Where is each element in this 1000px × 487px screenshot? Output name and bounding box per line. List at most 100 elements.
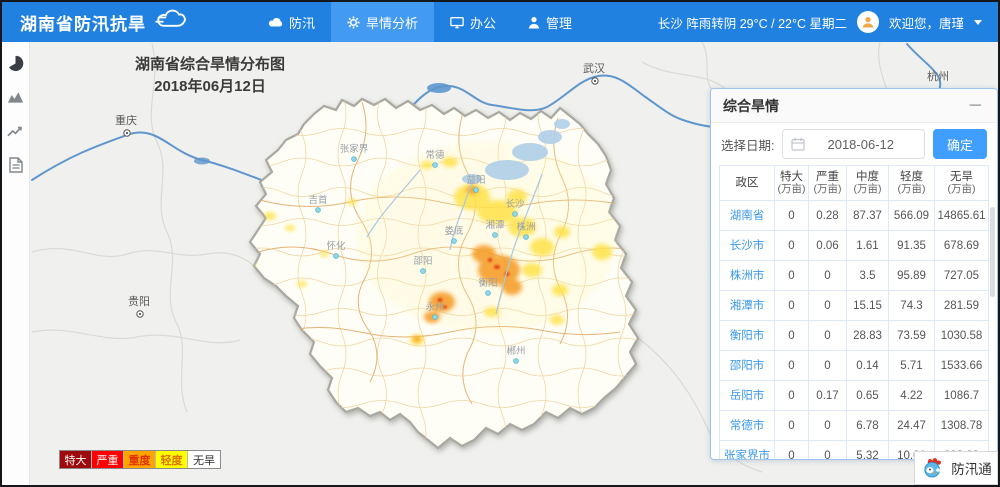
nav-label: 旱情分析 [366,13,418,32]
table-row: 长沙市00.061.6191.35678.69 [719,231,989,261]
nav-item-1[interactable]: 旱情分析 [331,2,434,42]
city-marker [421,269,426,274]
region-link[interactable]: 长沙市 [719,231,775,260]
nav-item-2[interactable]: 办公 [434,2,512,42]
cloud-icon [268,16,283,28]
report-icon[interactable] [5,154,27,176]
city-marker [452,239,457,244]
topbar-right: 长沙 阵雨转阴 29°C / 22°C 星期二 欢迎您，唐瑾 [658,11,982,33]
welcome-user[interactable]: 欢迎您，唐瑾 [889,13,964,32]
city-marker [316,208,321,213]
nav-item-3[interactable]: 管理 [512,2,588,42]
panel-title: 综合旱情 [723,96,779,116]
table-row: 衡阳市0028.8373.591030.58 [719,321,989,351]
value-cell: 1533.66 [935,351,989,380]
value-cell: 0.65 [847,381,889,410]
region-link[interactable]: 湖南省 [719,201,775,230]
value-cell: 0 [809,321,847,350]
region-link[interactable]: 邵阳市 [719,351,775,380]
table-row: 岳阳市00.170.654.221086.7 [719,381,989,411]
value-cell: 0 [775,231,809,260]
value-cell: 0.06 [809,231,847,260]
city-label-inside: 益阳 [466,174,485,186]
top-navbar: 湖南省防汛抗旱 防汛 旱情分析办公 管理 长沙 阵雨转阴 29°C / 22°C 星… [2,2,998,42]
avatar[interactable] [857,11,879,33]
value-cell: 4.22 [889,381,935,410]
nav-label: 防汛 [289,13,315,32]
value-cell: 14865.61 [935,201,989,230]
app-badge-label: 防汛通 [951,458,992,478]
value-cell: 15.15 [847,291,889,320]
city-marker [474,188,479,193]
city-marker [493,233,498,238]
line-chart-icon[interactable] [5,120,27,142]
value-cell: 0 [775,441,809,460]
city-label-outside: 重庆 [115,113,137,127]
value-cell: 91.35 [889,231,935,260]
city-label-inside: 衡阳 [478,277,497,289]
city-label-inside: 常德 [425,149,445,161]
panel-scrollbar[interactable] [990,207,995,297]
value-cell: 566.09 [889,201,935,230]
city-marker [334,254,339,259]
city-marker [514,359,519,364]
value-cell: 727.05 [935,261,989,290]
value-cell: 5.32 [847,441,889,460]
confirm-button[interactable]: 确定 [933,129,987,159]
region-link[interactable]: 张家界市 [719,441,775,460]
pie-chart-icon[interactable] [5,52,27,74]
monitor-icon [450,16,464,29]
city-label-inside: 邵阳 [413,256,432,267]
nav-item-0[interactable]: 防汛 [252,2,331,42]
value-cell: 1.61 [847,231,889,260]
region-link[interactable]: 衡阳市 [719,321,775,350]
value-cell: 24.47 [889,411,935,440]
city-marker-dot [139,313,141,315]
table-row: 邵阳市000.145.711533.66 [719,351,989,381]
value-cell: 87.37 [847,201,889,230]
brand: 湖南省防汛抗旱 [20,6,192,39]
drought-summary-panel: 综合旱情 ─ 选择日期: 2018-06-12 确定 政区特大(万亩)严重(万亩… [710,88,998,460]
value-cell: 0 [775,261,809,290]
main-nav: 防汛 旱情分析办公 管理 [252,2,588,42]
city-marker-dot [126,132,128,134]
value-cell: 3.5 [847,261,889,290]
city-label-inside: 永州 [425,301,444,313]
area-chart-icon[interactable] [5,86,27,108]
region-link[interactable]: 岳阳市 [719,381,775,410]
value-cell: 0 [775,291,809,320]
city-marker [352,157,357,162]
city-marker-dot [594,80,596,82]
value-cell: 0 [775,201,809,230]
value-cell: 0 [809,411,847,440]
value-cell: 0 [809,291,847,320]
tool-sidebar [2,42,30,485]
minimize-button[interactable]: ─ [966,99,985,113]
value-cell: 0.28 [809,201,847,230]
drought-legend: 特大严重重度轻度无旱 [59,450,221,469]
city-marker [513,212,518,217]
map-title-line2: 2018年06月12日 [70,76,350,98]
date-row: 选择日期: 2018-06-12 确定 [711,123,997,165]
date-label: 选择日期: [721,135,774,154]
region-link[interactable]: 湘潭市 [719,291,775,320]
column-header: 严重(万亩) [809,166,847,200]
value-cell: 1308.78 [935,411,989,440]
chevron-down-icon[interactable] [974,20,982,25]
app-window: 湖南省防汛抗旱 防汛 旱情分析办公 管理 长沙 阵雨转阴 29°C / 22°C 星… [0,0,1000,487]
city-label-inside: 怀化 [326,240,346,252]
value-cell: 95.89 [889,261,935,290]
value-cell: 281.59 [935,291,989,320]
cloud-logo-icon [152,6,192,39]
app-badge[interactable]: 防汛通 [914,451,998,485]
region-link[interactable]: 株洲市 [719,261,775,290]
city-marker [524,235,529,240]
city-label-outside: 武汉 [583,62,605,75]
region-link[interactable]: 常德市 [719,411,775,440]
nav-label: 管理 [546,13,572,32]
brand-title: 湖南省防汛抗旱 [20,10,146,35]
value-cell: 0 [775,381,809,410]
date-picker-input[interactable]: 2018-06-12 [782,129,925,159]
city-marker [433,163,438,168]
legend-item-1: 严重 [92,451,124,468]
